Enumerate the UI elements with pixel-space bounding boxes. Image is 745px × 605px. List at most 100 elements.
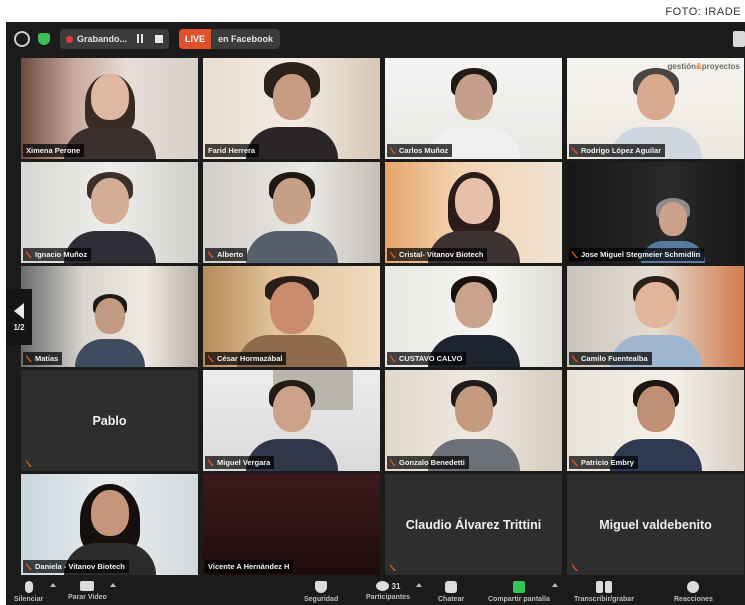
- participant-tile[interactable]: Daniela - Vitanov Biotech: [21, 474, 198, 575]
- participant-tile[interactable]: Jose Miguel Stegmeier Schmidlin: [567, 162, 744, 263]
- live-badge: LIVE: [179, 29, 212, 49]
- photo-credit: FOTO: IRADE: [665, 6, 741, 18]
- meeting-toolbar: Silenciar Parar Video Seguridad 31 Parti…: [6, 578, 745, 605]
- muted-indicator: [23, 458, 39, 469]
- mute-button[interactable]: Silenciar: [14, 581, 43, 603]
- participant-tile[interactable]: Camilo Fuentealba: [567, 266, 744, 367]
- shield-icon: [315, 581, 328, 593]
- brand-logo: gestión&proyectos: [667, 62, 740, 71]
- microphone-icon: [24, 581, 33, 593]
- participant-name: Matias: [23, 352, 63, 365]
- chevron-left-icon: [14, 302, 24, 319]
- participant-name: Daniela - Vitanov Biotech: [23, 560, 129, 573]
- participant-tile-active-speaker[interactable]: César Hormazábal: [203, 266, 380, 367]
- view-toggle-icon[interactable]: [733, 31, 745, 47]
- security-button[interactable]: Seguridad: [304, 581, 338, 603]
- recording-label: Grabando...: [77, 34, 128, 44]
- muted-indicator: [569, 562, 585, 573]
- live-indicator[interactable]: LIVE en Facebook: [179, 29, 281, 49]
- muted-mic-icon: [208, 355, 214, 362]
- participant-tile-no-video[interactable]: Pablo: [21, 370, 198, 471]
- muted-mic-icon: [390, 251, 396, 258]
- top-bar: Grabando... LIVE en Facebook: [6, 22, 745, 56]
- muted-mic-icon: [390, 564, 396, 571]
- people-icon: [375, 581, 389, 591]
- participant-tile[interactable]: gestión&proyectos Rodrigo López Aguilar: [567, 58, 744, 159]
- participant-name: Jose Miguel Stegmeier Schmidlin: [569, 248, 705, 261]
- participants-button[interactable]: 31 Participantes: [366, 581, 410, 601]
- participant-tile[interactable]: Vicente A Hernández H: [203, 474, 380, 575]
- pause-recording-icon[interactable]: [137, 34, 147, 44]
- participant-tile[interactable]: Gonzalo Benedetti: [385, 370, 562, 471]
- transcription-button[interactable]: Transcribir/grabar: [574, 581, 634, 603]
- participant-tile[interactable]: Patricio Embry: [567, 370, 744, 471]
- participant-name: Farid Herrera: [205, 144, 260, 157]
- recording-indicator: Grabando...: [60, 29, 170, 49]
- chat-button[interactable]: Chatear: [438, 581, 464, 603]
- record-dot-icon: [66, 35, 73, 43]
- participant-name: Alberto: [205, 248, 248, 261]
- participant-name: CUSTAVO CALVO: [387, 352, 467, 365]
- muted-mic-icon: [390, 147, 396, 154]
- muted-mic-icon: [572, 459, 578, 466]
- participant-tile[interactable]: Farid Herrera: [203, 58, 380, 159]
- share-screen-button[interactable]: Compartir pantalla: [488, 581, 550, 603]
- participant-name: Cristal- Vitanov Biotech: [387, 248, 488, 261]
- stop-recording-icon[interactable]: [155, 35, 164, 43]
- muted-mic-icon: [208, 459, 214, 466]
- chevron-up-icon[interactable]: [110, 583, 116, 587]
- participant-tile[interactable]: CUSTAVO CALVO: [385, 266, 562, 367]
- gallery-grid: Ximena Perone Farid Herrera Carlos Muñoz…: [21, 58, 745, 576]
- participant-tile-no-video[interactable]: Miguel valdebenito: [567, 474, 744, 575]
- participant-name: Carlos Muñoz: [387, 144, 453, 157]
- participants-count: 31: [391, 581, 401, 591]
- chevron-up-icon[interactable]: [552, 583, 558, 587]
- muted-indicator: [387, 562, 403, 573]
- muted-mic-icon: [26, 251, 32, 258]
- share-screen-icon: [512, 581, 525, 593]
- muted-mic-icon: [26, 563, 32, 570]
- muted-mic-icon: [26, 355, 32, 362]
- page-indicator: 1/2: [13, 322, 25, 332]
- participant-name: Rodrigo López Aguilar: [569, 144, 666, 157]
- muted-mic-icon: [208, 251, 214, 258]
- shield-icon[interactable]: [38, 33, 50, 45]
- video-camera-icon: [80, 581, 95, 591]
- participant-tile[interactable]: Ignacio Muñoz: [21, 162, 198, 263]
- muted-mic-icon: [572, 564, 578, 571]
- participant-tile[interactable]: Ximena Perone: [21, 58, 198, 159]
- reactions-button[interactable]: Reacciones: [674, 581, 713, 603]
- info-icon[interactable]: [14, 31, 30, 47]
- muted-mic-icon: [572, 355, 578, 362]
- participant-name: Gonzalo Benedetti: [387, 456, 469, 469]
- participant-tile[interactable]: Alberto: [203, 162, 380, 263]
- participant-display-name: Claudio Álvarez Trittini: [405, 517, 542, 532]
- chevron-up-icon[interactable]: [50, 583, 56, 587]
- participant-tile[interactable]: Carlos Muñoz: [385, 58, 562, 159]
- muted-mic-icon: [390, 459, 396, 466]
- participant-name: Vicente A Hernández H: [205, 560, 294, 573]
- gallery-page-prev[interactable]: 1/2: [6, 289, 32, 345]
- participant-name: Patricio Embry: [569, 456, 638, 469]
- participant-name: Ignacio Muñoz: [23, 248, 92, 261]
- participant-tile[interactable]: Miguel Vergara: [203, 370, 380, 471]
- participant-name: Miguel Vergara: [205, 456, 275, 469]
- muted-mic-icon: [390, 355, 396, 362]
- pause-icon: [595, 581, 603, 593]
- smiley-icon: [687, 581, 700, 593]
- participant-tile-no-video[interactable]: Claudio Álvarez Trittini: [385, 474, 562, 575]
- muted-mic-icon: [26, 460, 32, 467]
- stop-video-button[interactable]: Parar Video: [68, 581, 107, 601]
- participant-display-name: Miguel valdebenito: [599, 517, 712, 532]
- stop-icon: [604, 581, 612, 593]
- participant-tile[interactable]: Cristal- Vitanov Biotech: [385, 162, 562, 263]
- zoom-window: Grabando... LIVE en Facebook Ximena Pero…: [6, 22, 745, 605]
- live-destination: en Facebook: [218, 34, 274, 44]
- participant-name: César Hormazábal: [205, 352, 287, 365]
- participant-tile[interactable]: Matias: [21, 266, 198, 367]
- participant-display-name: Pablo: [92, 413, 127, 428]
- muted-mic-icon: [572, 147, 578, 154]
- participant-name: Ximena Perone: [23, 144, 85, 157]
- chat-bubble-icon: [445, 581, 458, 593]
- chevron-up-icon[interactable]: [416, 583, 422, 587]
